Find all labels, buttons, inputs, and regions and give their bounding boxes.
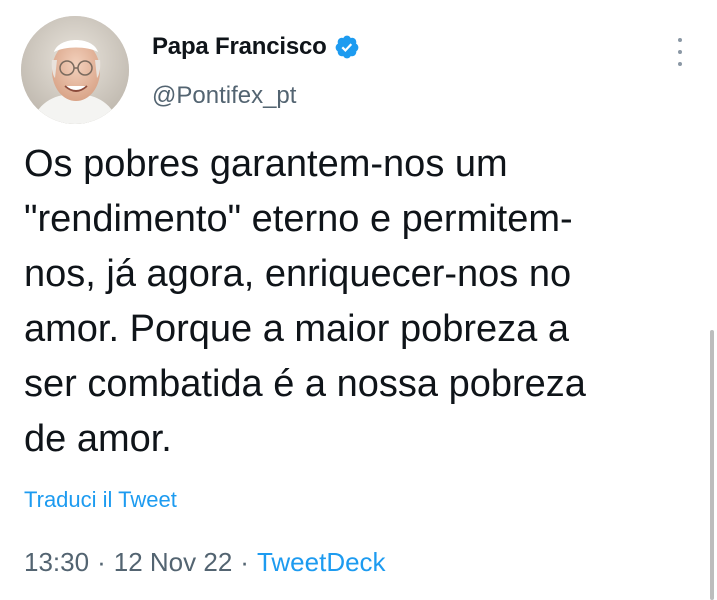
meta-separator: · [240,547,249,577]
tweet-text: Os pobres garantem-nos um "rendimento" e… [24,137,694,467]
author-display-name[interactable]: Papa Francisco [152,33,327,61]
author-name-row: Papa Francisco [152,33,360,61]
tweet-card: Papa Francisco @Pontifex_pt Os pobres ga… [0,0,717,600]
tweet-text-line: ser combatida é a nossa pobreza [24,363,586,405]
more-dot [678,62,682,66]
meta-separator: · [97,547,106,577]
tweet-meta: 13:30 · 12 Nov 22 · TweetDeck [24,547,386,578]
tweet-date[interactable]: 12 Nov 22 [114,547,233,577]
tweet-source-link[interactable]: TweetDeck [257,547,386,577]
more-options-icon[interactable] [670,38,690,66]
more-dot [678,50,682,54]
translate-tweet-link[interactable]: Traduci il Tweet [24,487,177,513]
avatar-photo-icon [21,16,129,124]
tweet-time[interactable]: 13:30 [24,547,89,577]
author-handle[interactable]: @Pontifex_pt [152,82,296,110]
avatar[interactable] [21,16,129,124]
tweet-text-line: Os pobres garantem-nos um [24,143,508,185]
tweet-text-line: de amor. [24,418,172,460]
tweet-text-line: nos, já agora, enriquecer-nos no [24,253,572,295]
tweet-text-line: amor. Porque a maior pobreza a [24,308,569,350]
scrollbar[interactable] [710,330,714,600]
more-dot [678,38,682,42]
verified-badge-icon [334,34,360,60]
tweet-text-line: "rendimento" eterno e permitem- [24,198,573,240]
